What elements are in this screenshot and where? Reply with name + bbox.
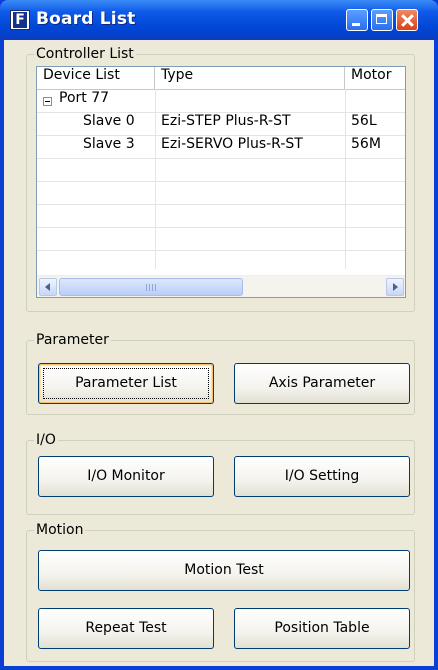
tree-row-port[interactable]: Port 77 xyxy=(37,90,405,113)
maximize-icon[interactable] xyxy=(371,9,393,31)
window-title: Board List xyxy=(36,9,136,29)
tree-row-slave[interactable]: Slave 0 Ezi-STEP Plus-R-ST 56L xyxy=(37,113,405,136)
motion-test-label: Motion Test xyxy=(184,562,264,578)
axis-parameter-button[interactable]: Axis Parameter xyxy=(234,363,410,404)
minus-box-icon[interactable] xyxy=(43,97,52,106)
column-header-motor[interactable]: Motor xyxy=(345,67,405,89)
position-table-button[interactable]: Position Table xyxy=(234,608,410,649)
grid-line xyxy=(37,181,405,182)
column-header-type[interactable]: Type xyxy=(155,67,345,89)
repeat-test-button[interactable]: Repeat Test xyxy=(38,608,214,649)
io-monitor-button[interactable]: I/O Monitor xyxy=(38,456,214,497)
io-setting-label: I/O Setting xyxy=(284,468,360,484)
arrow-left-icon[interactable] xyxy=(39,278,57,296)
motion-label: Motion xyxy=(36,522,84,538)
io-setting-button[interactable]: I/O Setting xyxy=(234,456,410,497)
io-label: I/O xyxy=(36,432,56,448)
grid-line xyxy=(37,204,405,205)
scroll-thumb[interactable] xyxy=(59,278,243,296)
row-type: Ezi-STEP Plus-R-ST xyxy=(161,113,291,129)
grid-line xyxy=(37,227,405,228)
motion-test-button[interactable]: Motion Test xyxy=(38,550,410,591)
horizontal-scrollbar[interactable] xyxy=(37,275,405,297)
row-motor: 56M xyxy=(351,136,381,152)
row-motor: 56L xyxy=(351,113,377,129)
title-bar[interactable]: F Board List xyxy=(0,0,438,40)
row-device: Slave 3 xyxy=(83,136,135,152)
tree-row-slave[interactable]: Slave 3 Ezi-SERVO Plus-R-ST 56M xyxy=(37,136,405,159)
row-device: Port 77 xyxy=(59,90,110,106)
list-header: Device List Type Motor xyxy=(37,67,405,90)
client-area: Controller List Device List Type Motor P… xyxy=(4,40,434,666)
position-table-label: Position Table xyxy=(274,620,370,636)
close-icon[interactable] xyxy=(396,9,418,31)
io-monitor-label: I/O Monitor xyxy=(87,468,165,484)
arrow-right-icon[interactable] xyxy=(386,278,404,296)
parameter-list-button[interactable]: Parameter List xyxy=(38,363,214,404)
controller-list-label: Controller List xyxy=(36,46,134,62)
board-list-window: F Board List Controller List Device List… xyxy=(0,0,438,670)
row-type: Ezi-SERVO Plus-R-ST xyxy=(161,136,303,152)
minimize-icon[interactable] xyxy=(346,9,368,31)
grid-line xyxy=(37,250,405,251)
parameter-label: Parameter xyxy=(36,332,109,348)
parameter-list-label: Parameter List xyxy=(75,375,177,391)
row-device: Slave 0 xyxy=(83,113,135,129)
column-header-device-list[interactable]: Device List xyxy=(37,67,155,89)
axis-parameter-label: Axis Parameter xyxy=(268,375,376,391)
device-list-view[interactable]: Device List Type Motor Port 77 Slave 0 E… xyxy=(36,66,406,298)
repeat-test-label: Repeat Test xyxy=(85,620,167,636)
app-icon[interactable]: F xyxy=(10,10,30,30)
